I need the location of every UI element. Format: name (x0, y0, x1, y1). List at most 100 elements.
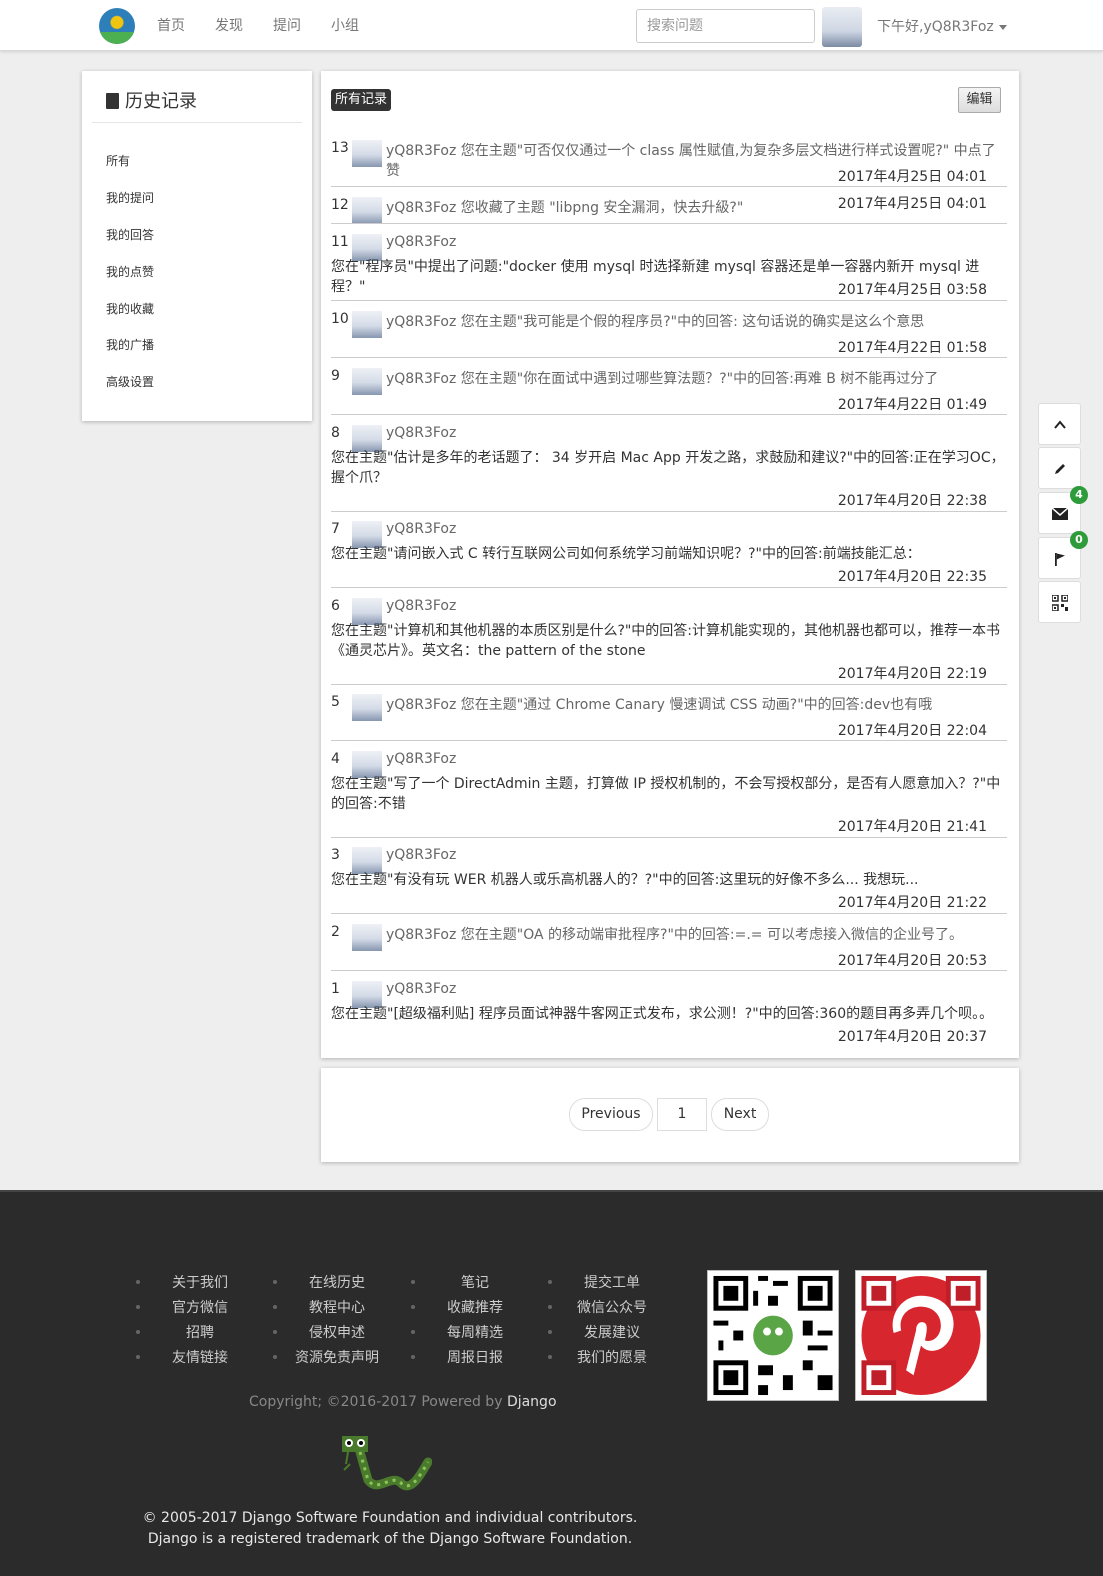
divider (331, 740, 1007, 741)
record-username[interactable]: yQ8R3Foz (386, 314, 456, 330)
user-menu[interactable]: 下午好,yQ8R3Foz (877, 16, 1007, 36)
bullet-icon (411, 1280, 415, 1284)
avatar[interactable] (352, 924, 382, 951)
record-username[interactable]: yQ8R3Foz (386, 200, 456, 216)
record-username[interactable]: yQ8R3Foz (386, 521, 456, 537)
divider (331, 587, 1007, 588)
record-username[interactable]: yQ8R3Foz (386, 697, 456, 713)
avatar[interactable] (352, 311, 382, 338)
footer-link[interactable]: 微信公众号 (557, 1297, 667, 1317)
record-user: yQ8R3Foz 您在主题"OA 的移动端审批程序?"中的回答:=.= 可以考虑… (386, 924, 963, 944)
footer-link[interactable]: 官方微信 (145, 1297, 255, 1317)
pencil-icon (1054, 463, 1065, 474)
footer-link[interactable]: 侵权申述 (282, 1322, 392, 1342)
edit-button[interactable]: 编辑 (958, 87, 1001, 113)
record-user: yQ8R3Foz 您在主题"我可能是个假的程序员?"中的回答: 这句话说的确实是… (386, 311, 924, 331)
sidebar-item-my-answers[interactable]: 我的回答 (106, 226, 154, 243)
nav-ask[interactable]: 提问 (273, 15, 301, 35)
footer-link[interactable]: 友情链接 (145, 1347, 255, 1367)
record-username[interactable]: yQ8R3Foz (386, 598, 456, 614)
record-text[interactable]: 您在主题"计算机和其他机器的本质区别是什么?"中的回答:计算机能实现的，其他机器… (331, 621, 1007, 661)
record-username[interactable]: yQ8R3Foz (386, 143, 456, 159)
record-username[interactable]: yQ8R3Foz (386, 751, 456, 767)
write-button[interactable] (1038, 447, 1081, 489)
record-text[interactable]: 您在主题"通过 Chrome Canary 慢速调试 CSS 动画?"中的回答:… (461, 697, 932, 713)
records-panel: 所有记录 编辑 13 yQ8R3Foz 您在主题"可否仅仅通过一个 class … (321, 71, 1019, 1058)
footer-link[interactable]: 招聘 (145, 1322, 255, 1342)
record-username[interactable]: yQ8R3Foz (386, 234, 456, 250)
record-text[interactable]: 您在主题"OA 的移动端审批程序?"中的回答:=.= 可以考虑接入微信的企业号了… (461, 927, 963, 943)
footer-link[interactable]: 教程中心 (282, 1297, 392, 1317)
search-input[interactable] (636, 9, 815, 43)
bullet-icon (411, 1355, 415, 1359)
previous-page-button[interactable]: Previous (569, 1098, 653, 1131)
footer-link[interactable]: 每周精选 (420, 1322, 530, 1342)
record-text[interactable]: 您在主题"写了一个 DirectAdmin 主题，打算做 IP 授权机制的，不会… (331, 774, 1007, 814)
sidebar-item-my-favorites[interactable]: 我的收藏 (106, 300, 154, 317)
record-text[interactable]: 您在主题"我可能是个假的程序员?"中的回答: 这句话说的确实是这么个意思 (461, 314, 924, 330)
record-date: 2017年4月25日 03:58 (837, 282, 987, 298)
footer-link[interactable]: 发展建议 (557, 1322, 667, 1342)
footer-link[interactable]: 资源免责声明 (282, 1347, 392, 1367)
record-date: 2017年4月20日 20:53 (837, 953, 987, 969)
pinterest-qrcode (855, 1270, 987, 1401)
qrcode-icon (1050, 593, 1069, 612)
record-text[interactable]: 您在主题"[超级福利贴] 程序员面试神器牛客网正式发布，求公测！?"中的回答:3… (331, 1004, 1007, 1024)
nav-discover[interactable]: 发现 (215, 15, 243, 35)
avatar[interactable] (352, 197, 382, 224)
record-text[interactable]: 您在主题"估计是多年的老话题了： 34 岁开启 Mac App 开发之路，求鼓励… (331, 448, 1007, 488)
filter-all-records[interactable]: 所有记录 (331, 89, 392, 111)
sidebar-item-my-questions[interactable]: 我的提问 (106, 189, 154, 206)
record-date: 2017年4月22日 01:58 (837, 340, 987, 356)
page-number-button[interactable]: 1 (657, 1098, 707, 1131)
record-username[interactable]: yQ8R3Foz (386, 847, 456, 863)
record-number: 3 (331, 847, 340, 863)
scroll-top-button[interactable] (1038, 403, 1081, 445)
record-text[interactable]: 您收藏了主题 "libpng 安全漏洞，快去升級?" (461, 200, 744, 216)
record-username[interactable]: yQ8R3Foz (386, 371, 456, 387)
footer-link[interactable]: 周报日报 (420, 1347, 530, 1367)
record-number: 4 (331, 751, 340, 767)
record-username[interactable]: yQ8R3Foz (386, 981, 456, 997)
qrcode-button[interactable] (1038, 581, 1081, 623)
footer-link[interactable]: 笔记 (420, 1272, 530, 1292)
bullet-icon (136, 1280, 140, 1284)
divider (331, 511, 1007, 512)
messages-button[interactable]: 4 (1038, 486, 1088, 534)
record-text[interactable]: 您在主题"请问嵌入式 C 转行互联网公司如何系统学习前端知识呢？?"中的回答:前… (331, 544, 1007, 564)
avatar[interactable] (352, 694, 382, 721)
greeting-text: 下午好,yQ8R3Foz (877, 19, 994, 35)
django-trademark-note: © 2005-2017 Django Software Foundation a… (142, 1510, 638, 1547)
record-username[interactable]: yQ8R3Foz (386, 927, 456, 943)
sidebar-item-all[interactable]: 所有 (106, 152, 130, 169)
chevron-up-icon (1053, 419, 1066, 429)
footer-link[interactable]: 我们的愿景 (557, 1347, 667, 1367)
next-page-button[interactable]: Next (711, 1098, 769, 1131)
top-navbar: 首页 发现 提问 小组 下午好,yQ8R3Foz (0, 0, 1103, 51)
bullet-icon (273, 1330, 277, 1334)
footer-link[interactable]: 提交工单 (557, 1272, 667, 1292)
site-logo[interactable] (99, 8, 135, 44)
avatar[interactable] (352, 368, 382, 395)
nav-groups[interactable]: 小组 (331, 15, 359, 35)
messages-count-badge: 4 (1070, 486, 1088, 504)
sidebar-item-my-likes[interactable]: 我的点赞 (106, 263, 154, 280)
sidebar-item-advanced-settings[interactable]: 高级设置 (106, 373, 154, 390)
footer-link[interactable]: 在线历史 (282, 1272, 392, 1292)
record-username[interactable]: yQ8R3Foz (386, 425, 456, 441)
footer-link[interactable]: 关于我们 (145, 1272, 255, 1292)
sidebar-item-my-broadcasts[interactable]: 我的广播 (106, 336, 154, 353)
user-avatar[interactable] (822, 7, 862, 47)
record-text[interactable]: 您在主题"有没有玩 WER 机器人或乐高机器人的？?"中的回答:这里玩的好像不多… (331, 870, 1007, 890)
bullet-icon (548, 1280, 552, 1284)
avatar[interactable] (352, 140, 382, 167)
qrcode-image (713, 1275, 833, 1396)
record-text[interactable]: 您在主题"你在面试中遇到过哪些算法题？?"中的回答:再难 B 树不能再过分了 (461, 371, 939, 387)
notifications-button[interactable]: 0 (1038, 531, 1088, 579)
django-link[interactable]: Django (507, 1394, 557, 1410)
record-date: 2017年4月25日 04:01 (837, 169, 987, 185)
footer-link[interactable]: 收藏推荐 (420, 1297, 530, 1317)
nav-home[interactable]: 首页 (157, 15, 185, 35)
envelope-icon (1051, 506, 1068, 520)
bullet-icon (273, 1305, 277, 1309)
